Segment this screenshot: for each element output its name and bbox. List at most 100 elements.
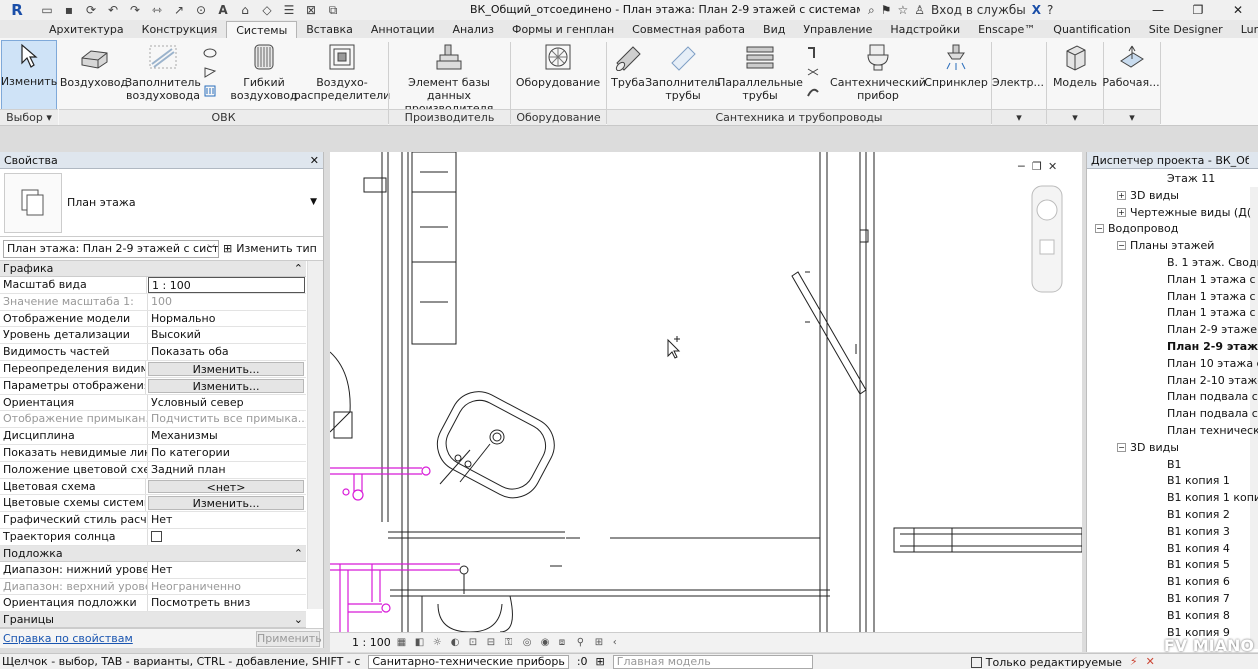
- tab-0[interactable]: Архитектура: [40, 21, 133, 38]
- pipe-fitting-icon[interactable]: [806, 46, 820, 60]
- redo-icon[interactable]: ↷: [126, 2, 144, 18]
- minimize-icon[interactable]: —: [1138, 0, 1178, 20]
- exchange-apps-icon[interactable]: X: [1032, 3, 1041, 17]
- flex-pipe-icon[interactable]: [806, 84, 820, 98]
- tab-1[interactable]: Конструкция: [133, 21, 227, 38]
- browser-node[interactable]: План техническо: [1167, 423, 1258, 439]
- group-expand-model[interactable]: ▾: [1047, 109, 1103, 125]
- visual-style-icon[interactable]: ◧: [415, 637, 427, 649]
- tab-6[interactable]: Формы и генплан: [503, 21, 623, 38]
- browser-node[interactable]: В1 копия 4: [1167, 541, 1230, 557]
- text-icon[interactable]: A: [214, 2, 232, 18]
- browser-node[interactable]: + Чертежные виды (Д(: [1117, 205, 1251, 221]
- browser-node[interactable]: В. 1 этаж. Сводны: [1167, 255, 1258, 271]
- property-value[interactable]: Посмотреть вниз: [148, 595, 306, 611]
- dimension-icon[interactable]: ↗: [170, 2, 188, 18]
- browser-node[interactable]: В1 копия 7: [1167, 591, 1230, 607]
- collapse-icon[interactable]: −: [1095, 224, 1104, 234]
- select-links-icon[interactable]: ✕: [1146, 655, 1155, 668]
- save-icon[interactable]: ▪: [60, 2, 78, 18]
- collapse-icon[interactable]: ⌄: [294, 613, 303, 626]
- duct-placeholder-button[interactable]: Заполнитель воздуховода: [125, 42, 201, 102]
- electrical-button[interactable]: Электр...: [992, 42, 1044, 89]
- flex-duct-button[interactable]: Гибкий воздуховод: [230, 42, 298, 102]
- restore-icon[interactable]: ❐: [1178, 0, 1218, 20]
- browser-node[interactable]: План 1 этажа с сі: [1167, 289, 1258, 305]
- air-terminal-button[interactable]: Воздухо- распределители: [294, 42, 390, 102]
- favorites-star-icon[interactable]: ☆: [898, 3, 909, 17]
- collapse-icon[interactable]: −: [1117, 241, 1126, 251]
- sun-path-checkbox[interactable]: [151, 530, 162, 542]
- constraints-icon[interactable]: ⊞: [595, 637, 607, 649]
- browser-node[interactable]: В1 копия 3: [1167, 524, 1230, 540]
- view-scale[interactable]: 1 : 100: [352, 636, 391, 649]
- property-value[interactable]: Механизмы: [148, 428, 306, 444]
- tab-3[interactable]: Вставка: [297, 21, 362, 38]
- browser-node[interactable]: В1 копия 8: [1167, 608, 1230, 624]
- property-value[interactable]: По категории: [148, 445, 306, 461]
- browser-node[interactable]: План 1 этажа с сі: [1167, 305, 1258, 321]
- tab-14[interactable]: Lumion®: [1232, 21, 1258, 38]
- properties-help-link[interactable]: Справка по свойствам: [3, 632, 133, 645]
- help-button[interactable]: ?: [1047, 3, 1053, 17]
- fabrication-part-button[interactable]: Элемент базы данных производителя: [390, 42, 508, 115]
- measure-icon[interactable]: ⇿: [148, 2, 166, 18]
- revit-logo-icon[interactable]: R: [0, 0, 34, 20]
- plumbing-fixture-button[interactable]: Сантехнический прибор: [830, 42, 926, 102]
- tab-9[interactable]: Управление: [794, 21, 881, 38]
- detail-level-icon[interactable]: ▦: [397, 637, 409, 649]
- thin-lines-icon[interactable]: ☰: [280, 2, 298, 18]
- modify-button[interactable]: Изменить: [1, 40, 57, 114]
- pipe-accessory-icon[interactable]: [806, 65, 820, 79]
- model-button[interactable]: Модель: [1050, 42, 1100, 89]
- browser-node[interactable]: План 1 этажа с сі: [1167, 272, 1258, 288]
- tab-13[interactable]: Site Designer: [1140, 21, 1232, 38]
- pipe-placeholder-button[interactable]: Заполнитель трубы: [645, 42, 721, 102]
- convert-duct-icon[interactable]: [203, 84, 217, 98]
- open-icon[interactable]: ▭: [38, 2, 56, 18]
- worksharing-icon[interactable]: ⧈: [559, 637, 571, 649]
- collapse-icon[interactable]: ⌃: [294, 262, 303, 275]
- tag-icon[interactable]: ⊙: [192, 2, 210, 18]
- editable-only-checkbox[interactable]: Только редактируемые: [970, 655, 1122, 669]
- group-expand-electrical[interactable]: ▾: [992, 109, 1046, 125]
- type-selector[interactable]: План этажа ▼: [0, 169, 323, 237]
- browser-node[interactable]: В1: [1167, 457, 1182, 473]
- 3d-view-icon[interactable]: ⌂: [236, 2, 254, 18]
- filter-icon[interactable]: ⚡: [1130, 655, 1138, 668]
- expand-icon[interactable]: +: [1117, 190, 1126, 200]
- property-edit-button[interactable]: Изменить...: [148, 361, 304, 376]
- browser-node[interactable]: План подвала с с: [1167, 389, 1258, 405]
- tab-5[interactable]: Анализ: [443, 21, 503, 38]
- property-value[interactable]: 1 : 100: [148, 277, 305, 293]
- property-edit-button[interactable]: Изменить...: [148, 496, 304, 511]
- lock-icon[interactable]: ⚿: [505, 637, 517, 649]
- edit-type-button[interactable]: ⊞ Изменить тип: [223, 242, 317, 255]
- expand-icon[interactable]: +: [1117, 207, 1126, 217]
- crop-view-icon[interactable]: ⊡: [469, 637, 481, 649]
- collapse-icon[interactable]: ⌃: [294, 547, 303, 560]
- tab-4[interactable]: Аннотации: [362, 21, 444, 38]
- user-icon[interactable]: ♙: [914, 3, 925, 17]
- chevron-down-icon[interactable]: ▼: [310, 197, 317, 207]
- instance-filter-dropdown[interactable]: План этажа: План 2-9 этажей с систем: [3, 239, 219, 258]
- property-section[interactable]: Границы ⌄: [0, 612, 306, 629]
- apply-button[interactable]: Применить: [256, 630, 322, 647]
- browser-node[interactable]: − Планы этажей: [1117, 238, 1214, 254]
- browser-node[interactable]: План подвала с с: [1167, 406, 1258, 422]
- browser-node[interactable]: В1 копия 5: [1167, 557, 1230, 573]
- category-filter-dropdown[interactable]: Санитарно-технические приборь: [368, 654, 569, 669]
- property-section[interactable]: Подложка ⌃: [0, 545, 306, 562]
- tab-8[interactable]: Вид: [754, 21, 794, 38]
- browser-node[interactable]: −3D виды: [1117, 440, 1179, 456]
- browser-node[interactable]: − Водопровод: [1095, 221, 1178, 237]
- collapse-icon[interactable]: −: [1117, 442, 1126, 452]
- property-value[interactable]: Условный север: [148, 395, 306, 411]
- browser-node[interactable]: В1 копия 1: [1167, 473, 1230, 489]
- worksets-icon[interactable]: ⊞: [596, 655, 605, 668]
- tab-7[interactable]: Совместная работа: [623, 21, 754, 38]
- browser-node[interactable]: В1 копия 2: [1167, 507, 1230, 523]
- property-value[interactable]: Высокий: [148, 327, 306, 343]
- close-hidden-icon[interactable]: ⊠: [302, 2, 320, 18]
- property-value[interactable]: Задний план: [148, 462, 306, 478]
